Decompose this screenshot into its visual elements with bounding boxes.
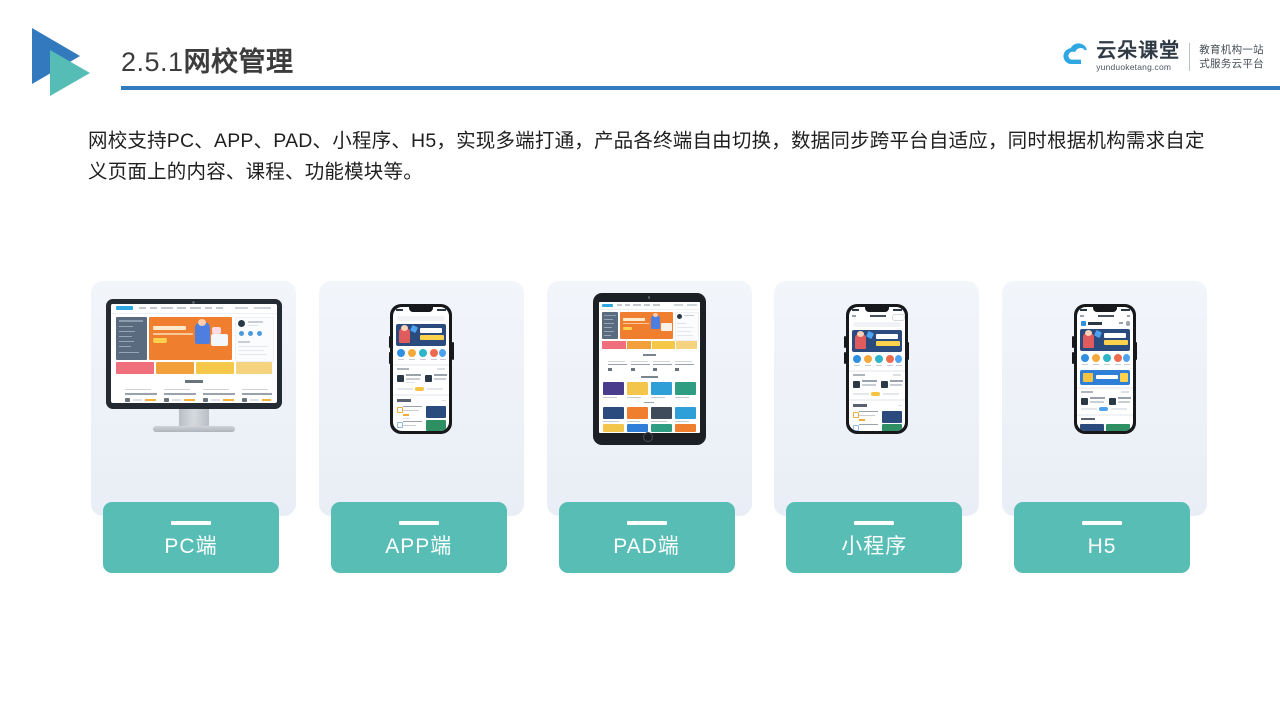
- monitor-stand-base: [152, 425, 235, 432]
- card-label-button-miniprogram[interactable]: 小程序: [786, 502, 963, 573]
- platform-card-h5[interactable]: H5: [1002, 281, 1207, 573]
- platform-card-app[interactable]: APP端: [318, 281, 524, 573]
- brand-name-en: yunduoketang.com: [1096, 62, 1172, 72]
- card-label-button-pad[interactable]: PAD端: [558, 502, 735, 573]
- card-label-text: APP端: [385, 534, 453, 558]
- label-dash: [854, 520, 895, 525]
- platform-cards-row: PC端 APP端 PAD端 小程序 H5: [91, 281, 1207, 573]
- page-title-name: 网校管理: [183, 47, 294, 77]
- device-mockup-phone-h5: [1002, 281, 1207, 456]
- label-dash: [626, 520, 667, 525]
- teal-triangle-icon: [50, 50, 90, 96]
- platform-card-pad[interactable]: PAD端: [546, 281, 752, 573]
- phone-power-button: [451, 341, 454, 360]
- cloud-icon: [1061, 42, 1095, 72]
- pad-site-preview: [598, 301, 700, 433]
- platform-card-miniprogram[interactable]: 小程序: [774, 281, 980, 573]
- card-label-button-pc[interactable]: PC端: [103, 502, 279, 573]
- play-triangles-logo-icon: [32, 28, 110, 96]
- card-label-text: PC端: [164, 534, 218, 558]
- slide-header: 2.5.1网校管理 云朵课堂 yunduoketang.com 教育机构一站 式…: [0, 0, 1280, 110]
- pc-site-preview: [110, 303, 277, 403]
- miniprogram-screen-preview: [848, 306, 905, 431]
- tablet-body: [592, 292, 706, 445]
- tablet-home-button: [642, 432, 653, 442]
- brand-divider: [1189, 43, 1191, 71]
- phone-notch: [864, 306, 889, 312]
- app-screen-preview: [393, 306, 450, 431]
- phone-notch: [409, 306, 434, 312]
- phone-icon: [844, 303, 910, 434]
- phone-icon: [388, 303, 454, 434]
- label-dash: [398, 520, 439, 525]
- card-label-text: H5: [1087, 534, 1117, 558]
- card-label-text: 小程序: [841, 534, 908, 558]
- brand-tagline-line1: 教育机构一站: [1199, 44, 1264, 56]
- monitor-stand-neck: [178, 408, 209, 426]
- h5-screen-preview: [1076, 306, 1133, 431]
- page-title: 2.5.1网校管理: [121, 44, 294, 80]
- title-underline-rule: [121, 86, 1280, 90]
- intro-line-1: 网校支持PC、APP、PAD、小程序、H5，实现多端打通，产品各终端自由切换，数…: [88, 130, 1126, 152]
- brand-tagline: 教育机构一站 式服务云平台: [1199, 43, 1264, 71]
- phone-body: [390, 303, 453, 434]
- card-label-text: PAD端: [613, 534, 680, 558]
- device-mockup-tablet: [547, 281, 752, 456]
- brand-tagline-line2: 式服务云平台: [1199, 58, 1264, 70]
- phone-notch: [1092, 306, 1117, 312]
- tablet-icon: [592, 292, 706, 445]
- device-mockup-phone-app: [319, 281, 524, 456]
- phone-body: [1073, 303, 1136, 434]
- tablet-camera-icon: [647, 296, 650, 299]
- intro-paragraph: 网校支持PC、APP、PAD、小程序、H5，实现多端打通，产品各终端自由切换，数…: [88, 126, 1208, 188]
- card-label-button-h5[interactable]: H5: [1014, 502, 1190, 573]
- device-mockup-monitor: [91, 281, 296, 456]
- phone-icon: [1072, 303, 1137, 434]
- page-title-number: 2.5.1: [121, 47, 184, 77]
- label-dash: [1082, 520, 1122, 525]
- brand-name-cn: 云朵课堂: [1096, 40, 1181, 62]
- platform-card-pc[interactable]: PC端: [91, 281, 296, 573]
- label-dash: [171, 520, 211, 525]
- device-mockup-phone-miniprogram: [774, 281, 979, 456]
- monitor-screen: [105, 298, 282, 409]
- card-label-button-app[interactable]: APP端: [330, 502, 507, 573]
- brand-logo: 云朵课堂 yunduoketang.com 教育机构一站 式服务云平台: [1061, 36, 1264, 78]
- monitor-icon: [105, 298, 282, 439]
- phone-body: [845, 303, 908, 434]
